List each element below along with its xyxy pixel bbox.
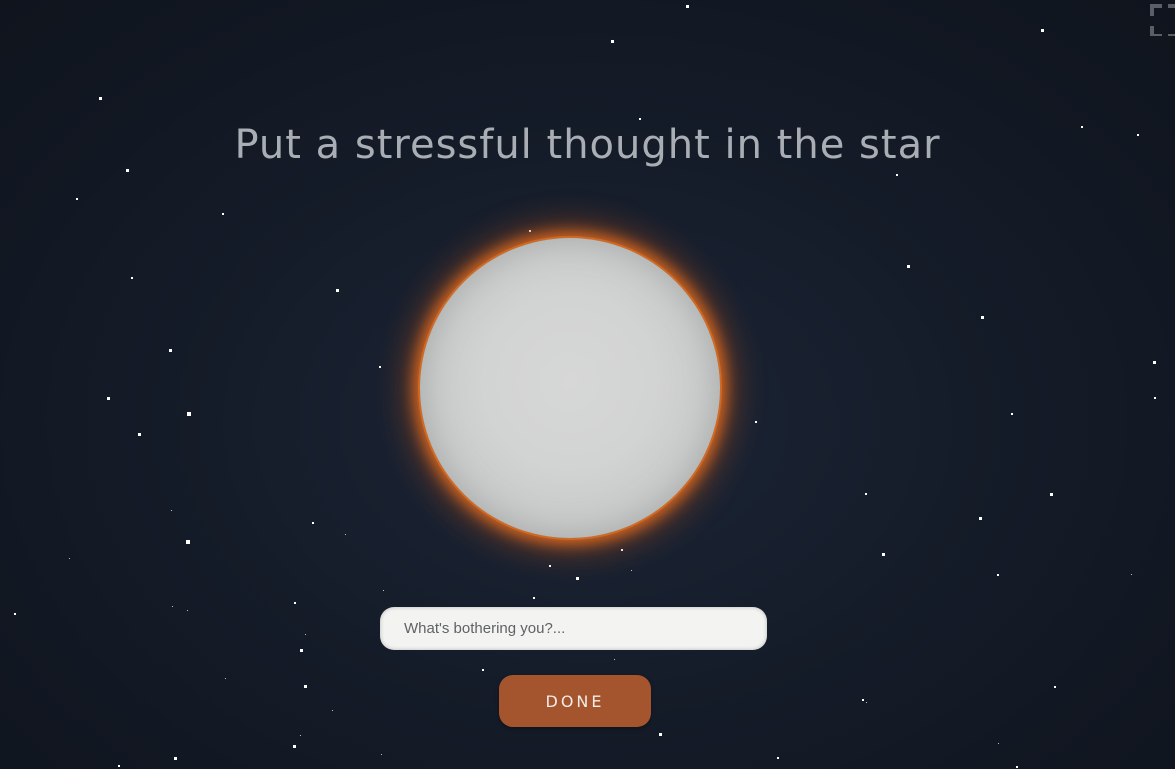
star-dot [1154,397,1156,399]
star-dot [1011,413,1013,415]
star-dot [300,649,303,652]
star-dot [345,534,346,535]
star-dot [69,558,70,559]
star-dot [294,602,296,604]
star-dot [998,743,999,744]
star-dot [304,685,307,688]
star-dot [126,169,129,172]
star-dot [1016,766,1018,768]
page-title: Put a stressful thought in the star [234,122,941,168]
star-dot [222,213,224,215]
star-dot [225,678,226,679]
star-dot [981,316,984,319]
star-dot [862,699,864,701]
star-dot [631,570,632,571]
star-dot [896,174,898,176]
star-dot [1153,361,1156,364]
star-dot [997,574,999,576]
star-dot [614,659,615,660]
star-dot [755,421,757,423]
star-dot [1050,493,1053,496]
star-dot [381,754,382,755]
star-dot [186,540,190,544]
thought-input[interactable] [380,607,767,650]
star-dot [187,412,191,416]
star-dot [549,565,551,567]
star-dot [118,765,120,767]
star-dot [865,493,867,495]
star-dot [576,577,579,580]
star-dot [300,735,301,736]
star-dot [1054,686,1056,688]
star-dot [305,634,306,635]
star-dot [138,433,141,436]
star-dot [187,610,188,611]
star-dot [621,549,623,551]
star-dot [172,606,173,607]
star-dot [171,510,172,511]
star-dot [866,702,867,703]
done-button[interactable]: DONE [499,675,651,727]
star-dot [14,613,16,615]
star-dot [907,265,910,268]
star-dot [529,230,531,232]
star-dot [882,553,885,556]
star-dot [312,522,314,524]
star-dot [1041,29,1044,32]
star-dot [639,118,641,120]
star-dot [174,757,177,760]
star-dot [482,669,484,671]
star-dot [76,198,78,200]
star-dot [611,40,614,43]
star-dot [332,710,333,711]
star-dot [686,5,689,8]
star-dot [293,745,296,748]
star-dot [131,277,133,279]
star-dot [1131,574,1132,575]
star-dot [979,517,982,520]
star-dot [336,289,339,292]
star-dot [99,97,102,100]
star-dot [383,590,384,591]
star-dot [533,597,535,599]
star-dot [169,349,172,352]
fullscreen-icon[interactable] [1150,4,1175,38]
star-dot [777,757,779,759]
star-dot [107,397,110,400]
star-dot [379,366,381,368]
star-dot [659,733,662,736]
glowing-star [420,238,720,538]
